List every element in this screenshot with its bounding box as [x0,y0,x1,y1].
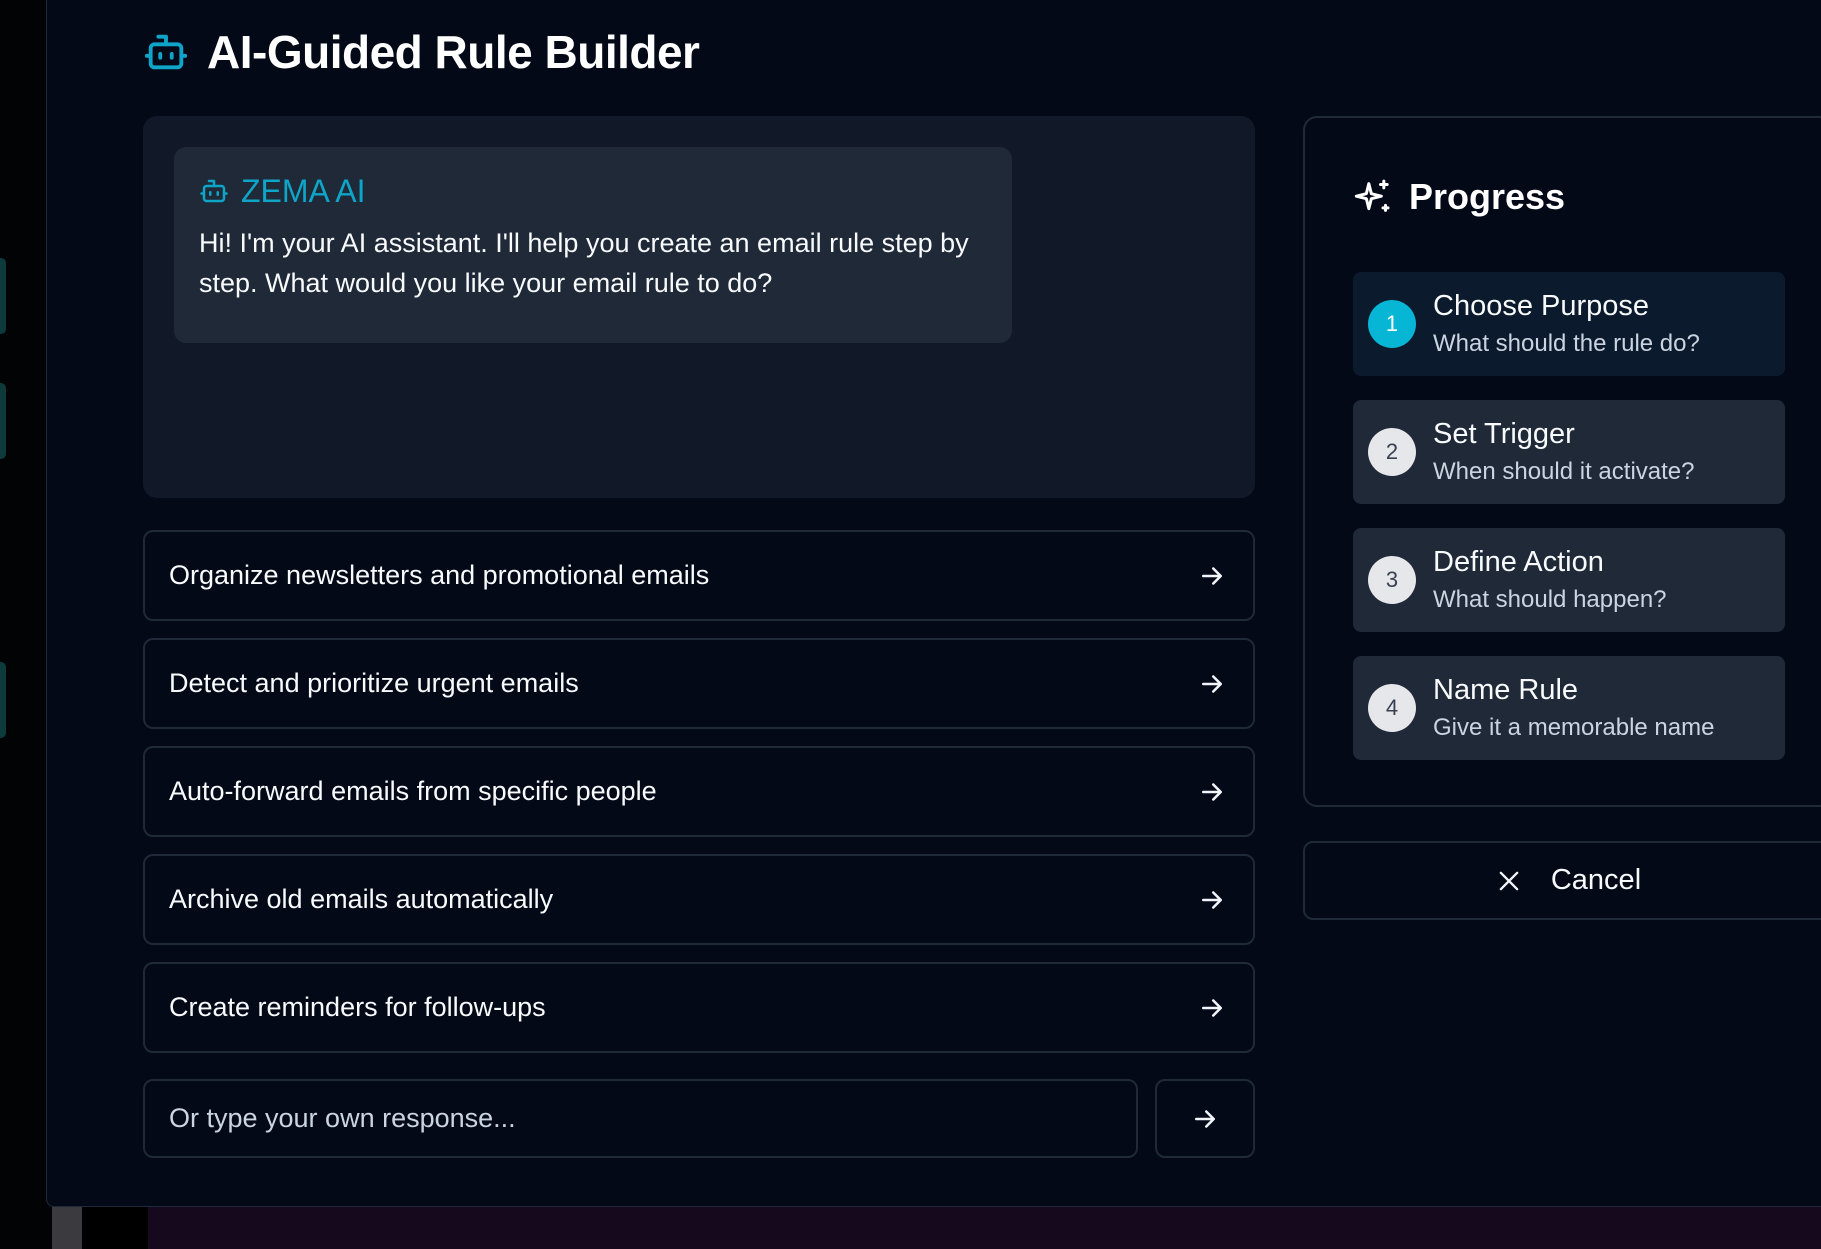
progress-step-choose-purpose: 1 Choose Purpose What should the rule do… [1353,272,1785,376]
dialog-header: AI-Guided Rule Builder [143,20,700,84]
cancel-label: Cancel [1550,864,1642,896]
option-organize-newsletters[interactable]: Organize newsletters and promotional ema… [143,530,1255,621]
background-strip [52,1206,1821,1249]
background-nav-indicator [0,383,6,459]
assistant-message: ZEMA AI Hi! I'm your AI assistant. I'll … [174,147,1012,343]
robot-icon [200,179,228,203]
step-number-badge: 3 [1368,556,1416,604]
background-nav-indicator [0,662,6,738]
step-title: Define Action [1433,546,1604,578]
step-description: Give it a memorable name [1433,714,1715,741]
robot-icon [144,34,188,70]
background-app-edge [0,0,46,1249]
step-description: When should it activate? [1433,458,1695,485]
option-label: Organize newsletters and promotional ema… [169,560,710,590]
option-auto-forward[interactable]: Auto-forward emails from specific people [143,746,1255,837]
option-label: Create reminders for follow-ups [169,992,546,1022]
step-description: What should the rule do? [1433,330,1700,357]
close-icon [1499,871,1519,890]
step-title: Set Trigger [1433,418,1575,450]
option-follow-up-reminders[interactable]: Create reminders for follow-ups [143,962,1255,1053]
background-block [82,1206,148,1249]
option-label: Auto-forward emails from specific people [169,776,657,806]
dialog-title: AI-Guided Rule Builder [207,26,700,78]
option-label: Detect and prioritize urgent emails [169,668,579,698]
sparkles-icon [1354,179,1390,212]
arrow-right-icon [1202,566,1222,585]
step-title: Choose Purpose [1433,290,1650,322]
arrow-right-icon [1202,998,1222,1017]
send-response-button[interactable] [1155,1079,1255,1158]
progress-step-define-action: 3 Define Action What should happen? [1353,528,1785,632]
step-number-badge: 2 [1368,428,1416,476]
arrow-right-icon [1195,1109,1215,1128]
chat-panel: ZEMA AI Hi! I'm your AI assistant. I'll … [143,116,1255,498]
cancel-button[interactable]: Cancel [1303,841,1821,920]
progress-step-set-trigger: 2 Set Trigger When should it activate? [1353,400,1785,504]
step-description: What should happen? [1433,586,1667,613]
background-block [52,1206,82,1249]
step-number-badge: 1 [1368,300,1416,348]
progress-title: Progress [1409,176,1566,217]
arrow-right-icon [1202,782,1222,801]
background-nav-indicator [0,258,6,334]
response-input[interactable] [143,1079,1138,1158]
progress-panel: Progress 1 Choose Purpose What should th… [1303,116,1821,807]
step-title: Name Rule [1433,674,1579,706]
arrow-right-icon [1202,674,1222,693]
option-archive-old[interactable]: Archive old emails automatically [143,854,1255,945]
option-label: Archive old emails automatically [169,884,554,914]
arrow-right-icon [1202,890,1222,909]
assistant-header: ZEMA AI [199,173,987,209]
progress-step-name-rule: 4 Name Rule Give it a memorable name [1353,656,1785,760]
progress-header: Progress [1353,174,1565,220]
rule-builder-dialog: AI-Guided Rule Builder ZEMA AI Hi! I'm y… [46,0,1821,1207]
assistant-message-text: Hi! I'm your AI assistant. I'll help you… [199,228,969,298]
step-number-badge: 4 [1368,684,1416,732]
option-detect-urgent[interactable]: Detect and prioritize urgent emails [143,638,1255,729]
assistant-name: ZEMA AI [241,172,366,209]
